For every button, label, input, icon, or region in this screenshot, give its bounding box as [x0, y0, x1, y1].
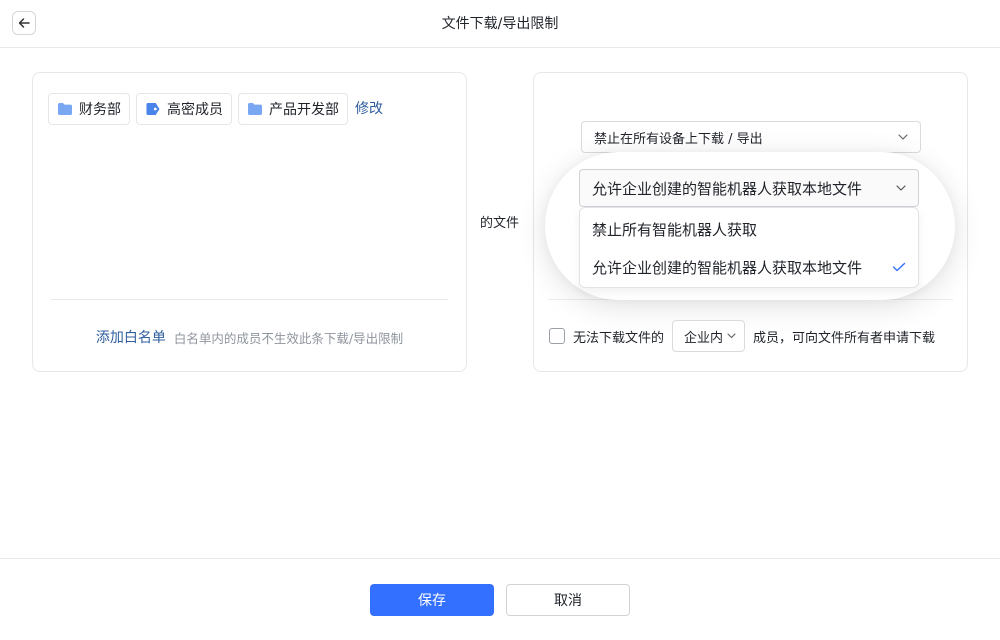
- tag-label: 财务部: [79, 102, 121, 118]
- chevron-down-icon: [898, 134, 908, 140]
- select-value: 企业内: [684, 330, 724, 346]
- header-bar: 文件下载/导出限制: [0, 0, 1000, 48]
- chevron-down-icon: [896, 185, 906, 191]
- select-value: 禁止在所有设备上下载 / 导出: [594, 131, 763, 147]
- member-scope-select[interactable]: 企业内: [672, 320, 746, 352]
- dropdown-option-deny-all-bots[interactable]: 禁止所有智能机器人获取: [580, 210, 918, 248]
- whitelist-tag-product-dev[interactable]: 产品开发部: [238, 93, 348, 125]
- request-prefix-text: 无法下载文件的: [573, 330, 665, 346]
- folder-icon: [247, 102, 263, 116]
- request-download-row: 无法下载文件的 企业内 成员，可向文件所有者申请下载: [549, 320, 935, 352]
- divider: [51, 299, 448, 300]
- scope-label: 的文件: [480, 216, 520, 231]
- folder-icon: [57, 102, 73, 116]
- bot-access-dropdown: 禁止所有智能机器人获取 允许企业创建的智能机器人获取本地文件: [579, 207, 919, 288]
- footer-bar: [0, 558, 1000, 640]
- request-suffix-text: 成员，可向文件所有者申请下载: [753, 330, 936, 346]
- option-label: 允许企业创建的智能机器人获取本地文件: [592, 258, 863, 277]
- dropdown-option-allow-enterprise-bots[interactable]: 允许企业创建的智能机器人获取本地文件: [580, 248, 918, 286]
- select-value: 允许企业创建的智能机器人获取本地文件: [592, 179, 863, 198]
- tag-icon: [145, 102, 161, 116]
- tag-label: 高密成员: [167, 102, 223, 118]
- download-restriction-select[interactable]: 禁止在所有设备上下载 / 导出: [581, 121, 921, 153]
- whitelist-hint-text: 白名单内的成员不生效此条下载/导出限制: [173, 330, 404, 346]
- request-download-checkbox[interactable]: [549, 328, 565, 344]
- add-whitelist-link[interactable]: 添加白名单: [96, 327, 166, 347]
- whitelist-tag-high-security[interactable]: 高密成员: [136, 93, 232, 125]
- whitelist-panel: 财务部 高密成员 产品开发部 修改 添加白名单 白名单内的成员不生效此条下载/导…: [32, 72, 467, 372]
- check-icon: [892, 262, 906, 272]
- bot-access-select[interactable]: 允许企业创建的智能机器人获取本地文件: [579, 169, 919, 207]
- whitelist-footer: 添加白名单 白名单内的成员不生效此条下载/导出限制: [33, 327, 466, 347]
- page-title: 文件下载/导出限制: [441, 16, 559, 32]
- whitelist-tag-finance[interactable]: 财务部: [48, 93, 130, 125]
- tag-label: 产品开发部: [269, 102, 339, 118]
- edit-whitelist-link[interactable]: 修改: [355, 93, 383, 125]
- chevron-down-icon: [727, 333, 736, 339]
- save-button[interactable]: 保存: [370, 584, 494, 616]
- option-label: 禁止所有智能机器人获取: [592, 220, 758, 239]
- cancel-button[interactable]: 取消: [506, 584, 630, 616]
